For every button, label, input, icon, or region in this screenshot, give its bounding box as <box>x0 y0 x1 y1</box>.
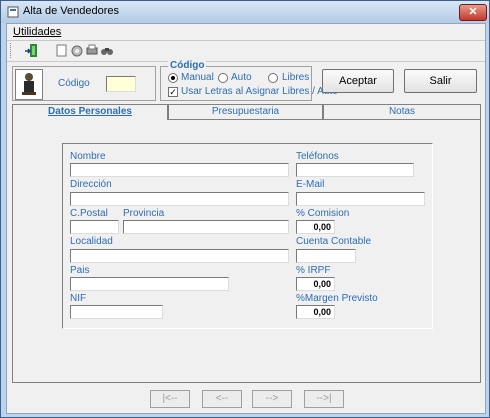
comision-input[interactable]: 0,00 <box>296 220 335 234</box>
irpf-input[interactable]: 0,00 <box>296 277 335 291</box>
close-button[interactable]: ✕ <box>459 4 487 21</box>
client-area: Utilidades Código Código Manual Auto Lib… <box>6 23 486 414</box>
codigo-options-group: Código Manual Auto Libres ✓ Usar Letras … <box>160 60 338 101</box>
nav-prev-button[interactable]: <-- <box>202 390 242 408</box>
email-input[interactable] <box>296 192 425 206</box>
comision-label: % Comision <box>296 208 350 219</box>
localidad-input[interactable] <box>70 249 289 263</box>
usar-letras-checkbox[interactable]: ✓ <box>168 87 178 97</box>
title-bar: Alta de Vendedores ✕ <box>1 1 489 23</box>
cuenta-contable-label: Cuenta Contable <box>296 236 372 247</box>
direccion-input[interactable] <box>70 192 289 206</box>
provincia-label: Provincia <box>123 208 165 219</box>
radio-libres[interactable] <box>268 73 278 83</box>
direccion-label: Dirección <box>70 179 112 190</box>
nav-next-button[interactable]: --> <box>252 390 292 408</box>
tab-presupuestaria[interactable]: Presupuestaria <box>168 104 323 119</box>
irpf-label: % IRPF <box>296 265 331 276</box>
datos-personales-frame: Nombre Dirección C.Postal Provincia Loca… <box>62 143 433 329</box>
datos-personales-page: Nombre Dirección C.Postal Provincia Loca… <box>12 119 481 383</box>
print-icon[interactable] <box>84 43 100 58</box>
telefonos-input[interactable] <box>296 163 414 177</box>
tools-icon[interactable] <box>69 43 85 58</box>
email-label: E-Mail <box>296 179 325 190</box>
provincia-input[interactable] <box>123 220 289 234</box>
codigo-input[interactable] <box>106 76 136 92</box>
cpostal-label: C.Postal <box>70 208 108 219</box>
nav-last-button[interactable]: -->| <box>304 390 344 408</box>
menu-utilidades[interactable]: Utilidades <box>13 26 61 38</box>
menu-bar: Utilidades <box>7 24 485 41</box>
seller-picture-icon <box>15 69 43 100</box>
codigo-label: Código <box>58 78 90 89</box>
radio-manual[interactable] <box>168 73 178 83</box>
telefonos-label: Teléfonos <box>296 151 339 162</box>
radio-auto[interactable] <box>218 73 228 83</box>
pais-label: Pais <box>70 265 90 276</box>
cuenta-contable-input[interactable] <box>296 249 356 263</box>
nombre-input[interactable] <box>70 163 289 177</box>
tab-datos-personales[interactable]: Datos Personales <box>12 104 168 120</box>
radio-libres-label: Libres <box>282 72 310 83</box>
radio-manual-label: Manual <box>181 72 214 83</box>
exit-door-icon[interactable] <box>24 43 40 58</box>
nif-input[interactable] <box>70 305 163 319</box>
tab-notas[interactable]: Notas <box>323 104 481 119</box>
codigo-panel: Código <box>12 66 156 101</box>
usar-letras-label: Usar Letras al Asignar Libres / Auto <box>181 86 338 97</box>
salir-button[interactable]: Salir <box>404 69 477 93</box>
nombre-label: Nombre <box>70 151 106 162</box>
toolbar <box>7 41 485 62</box>
nav-first-button[interactable]: |<-- <box>150 390 190 408</box>
app-icon <box>7 6 19 18</box>
binoculars-icon[interactable] <box>99 43 115 58</box>
window-title: Alta de Vendedores <box>23 5 120 17</box>
cpostal-input[interactable] <box>70 220 119 234</box>
aceptar-button[interactable]: Aceptar <box>322 69 394 93</box>
codigo-group-legend: Código <box>168 60 207 71</box>
nif-label: NIF <box>70 293 87 304</box>
localidad-label: Localidad <box>70 236 113 247</box>
toolbar-grip[interactable] <box>10 43 14 58</box>
main-window: Alta de Vendedores ✕ Utilidades Código C… <box>0 0 490 418</box>
page-icon[interactable] <box>54 43 70 58</box>
radio-auto-label: Auto <box>231 72 252 83</box>
pais-input[interactable] <box>70 277 229 291</box>
margen-previsto-label: %Margen Previsto <box>296 293 378 304</box>
margen-previsto-input[interactable]: 0,00 <box>296 305 335 319</box>
